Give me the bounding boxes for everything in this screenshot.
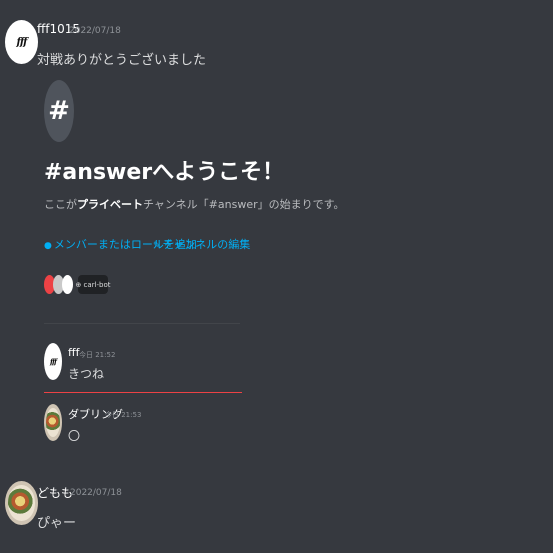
message-timestamp: 2022/07/18 [69,26,121,36]
avatar-glyph: fff [49,357,57,366]
person-icon: ● [44,241,52,251]
message-text: 〇 [68,429,81,443]
message-text: 対戦ありがとうございました [37,53,207,68]
edit-channel-link[interactable]: ✎ チャンネルの編集 [153,236,250,252]
user-avatar[interactable]: fff [5,20,38,64]
member-avatar[interactable] [62,275,73,294]
welcome-subtitle: ここがプライベートチャンネル「#answer」の始まりです。 [44,196,345,212]
channel-hash-icon: # [44,80,74,142]
message-timestamp: 2022/07/18 [70,488,122,498]
bot-badge[interactable]: ⊕ carl-bot [75,275,111,294]
food-photo-icon [8,485,35,521]
avatar-glyph: fff [16,36,28,48]
user-avatar[interactable] [5,481,38,525]
food-photo-icon [45,407,61,438]
message-username[interactable]: fff [68,346,79,359]
edit-channel-label: チャンネルの編集 [162,238,251,251]
subtitle-private: プライベート [77,198,143,211]
user-avatar[interactable]: fff [44,343,62,380]
chat-view: fff fff1015 2022/07/18 対戦ありがとうございました # #… [0,0,553,553]
message-timestamp: 今日 21:53 [105,411,142,419]
subtitle-suffix: チャンネル「#answer」の始まりです。 [143,198,345,211]
message-text: きつね [68,367,105,381]
new-messages-divider [44,392,242,393]
pencil-icon: ✎ [153,241,161,251]
welcome-title: #answerへようこそ！ [44,160,285,185]
message-timestamp: 今日 21:52 [79,351,116,359]
message-text: ぴゃー [37,516,77,531]
message-username[interactable]: どもも [37,484,73,501]
embed-divider [44,323,240,324]
hash-glyph: # [48,96,70,126]
user-avatar[interactable] [44,404,62,441]
subtitle-prefix: ここが [44,198,77,211]
